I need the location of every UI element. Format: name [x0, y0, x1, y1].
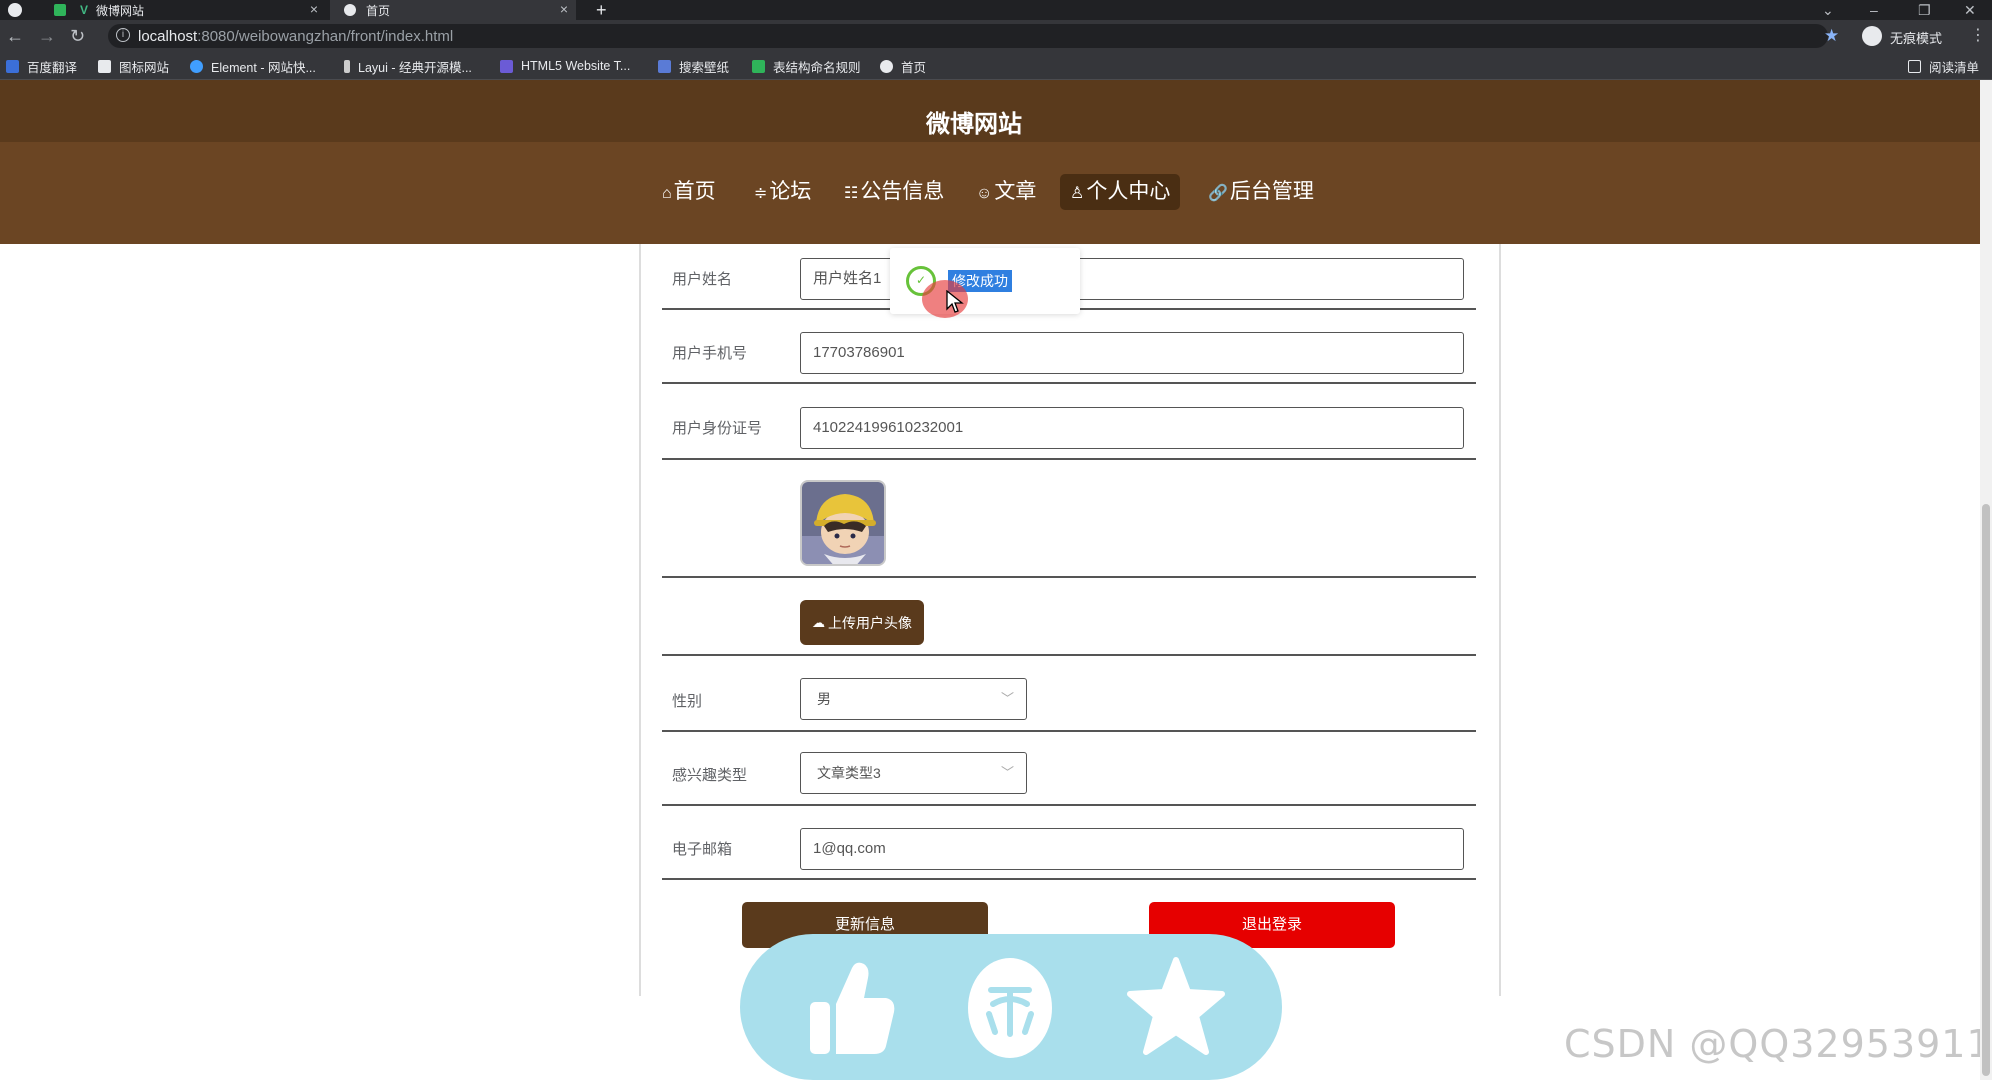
layui-icon: [344, 59, 350, 73]
url-text: localhost:8080/weibowangzhan/front/index…: [138, 28, 454, 45]
bookmark-item[interactable]: Layui - 经典开源模...: [344, 58, 472, 75]
nav-announcements[interactable]: ☷公告信息: [834, 174, 954, 210]
watermark: CSDN @QQ3295391197: [1564, 1022, 1992, 1066]
globe-icon: [344, 4, 356, 16]
restore-icon[interactable]: ❐: [1918, 0, 1931, 20]
gender-select[interactable]: 男 ﹀: [800, 678, 1027, 720]
chevron-down-icon: ﹀: [1000, 765, 1014, 780]
forum-icon: ≑: [754, 185, 768, 202]
tab-label: 首页: [366, 3, 391, 18]
reload-icon[interactable]: ↻: [70, 24, 85, 48]
reading-list[interactable]: 阅读清单: [1908, 58, 1979, 75]
row-divider: [662, 804, 1476, 806]
nav-articles[interactable]: ☺文章: [966, 174, 1046, 210]
tab-label: 微博网站: [96, 3, 145, 18]
bookmark-item[interactable]: 表结构命名规则: [752, 58, 861, 75]
bookmark-item[interactable]: 图标网站: [98, 58, 169, 75]
success-toast: ✓ 修改成功: [890, 248, 1080, 314]
back-icon[interactable]: ←: [6, 24, 24, 48]
mouse-cursor-icon: [946, 290, 964, 313]
tab-search-icon[interactable]: ⌄: [1822, 0, 1834, 20]
close-tab-icon[interactable]: ×: [560, 1, 568, 17]
minimize-icon[interactable]: –: [1870, 0, 1878, 20]
globe-icon: [8, 3, 22, 17]
email-input[interactable]: 1@qq.com: [800, 828, 1464, 870]
incognito-icon: [1862, 26, 1882, 46]
article-icon: ☺: [976, 185, 993, 202]
gender-label: 性别: [672, 693, 703, 710]
element-icon: [190, 59, 203, 73]
idcard-label: 用户身份证号: [672, 420, 763, 437]
interest-label: 感兴趣类型: [672, 767, 748, 784]
table-icon: [752, 59, 765, 73]
nav-forum[interactable]: ≑论坛: [744, 174, 821, 210]
home-icon: ⌂: [662, 185, 672, 202]
nav-personal-center[interactable]: ♙个人中心: [1060, 174, 1181, 210]
bookmark-star-icon[interactable]: ★: [1824, 24, 1839, 48]
user-icon: ♙: [1070, 185, 1085, 202]
avatar-image: [802, 482, 884, 564]
action-overlay: [740, 934, 1282, 1080]
address-bar-row: ← → ↻ i localhost:8080/weibowangzhan/fro…: [0, 20, 1992, 52]
forward-icon[interactable]: →: [38, 24, 56, 48]
close-window-icon[interactable]: ✕: [1964, 0, 1976, 20]
avatar: [800, 480, 886, 566]
idcard-input[interactable]: 410224199610232001: [800, 407, 1464, 449]
html5-icon: [500, 59, 513, 73]
tab-weibo[interactable]: V 微博网站 ×: [46, 0, 326, 20]
row-divider: [662, 576, 1476, 578]
email-label: 电子邮箱: [672, 841, 733, 858]
nav-admin[interactable]: 🔗后台管理: [1198, 174, 1324, 210]
tab-home[interactable]: 首页 ×: [330, 0, 576, 20]
bookmark-item[interactable]: 首页: [880, 58, 926, 75]
row-divider: [662, 458, 1476, 460]
globe-icon: [880, 59, 893, 73]
vue-icon: V: [80, 3, 89, 17]
close-tab-icon[interactable]: ×: [310, 1, 318, 17]
upload-avatar-button[interactable]: ☁ 上传用户头像: [800, 600, 924, 645]
bookmarks-bar: 百度翻译 图标网站 Element - 网站快... Layui - 经典开源模…: [0, 52, 1992, 80]
interest-select[interactable]: 文章类型3 ﹀: [800, 752, 1027, 794]
scrollbar-thumb[interactable]: [1982, 504, 1990, 1076]
sheet-icon: [54, 4, 66, 16]
bookmark-item[interactable]: Element - 网站快...: [190, 58, 316, 75]
username-label: 用户姓名: [672, 271, 733, 288]
chevron-down-icon: ﹀: [1000, 691, 1014, 706]
new-tab-button[interactable]: +: [596, 0, 607, 20]
row-divider: [662, 730, 1476, 732]
phone-label: 用户手机号: [672, 345, 748, 362]
flag-icon: [98, 59, 111, 73]
translate-icon: [6, 59, 19, 73]
wallpaper-icon: [658, 59, 671, 73]
menu-kebab-icon[interactable]: ⋮: [1970, 24, 1986, 48]
row-divider: [662, 878, 1476, 880]
info-icon[interactable]: i: [116, 28, 130, 42]
profile-label[interactable]: 无痕模式: [1890, 28, 1942, 47]
bookmark-item[interactable]: 搜索壁纸: [658, 58, 729, 75]
coin-icon[interactable]: [965, 956, 1055, 1060]
tab-chrome-menu[interactable]: [8, 0, 32, 20]
site-title: 微博网站: [926, 111, 1022, 138]
thumbs-up-icon[interactable]: [806, 960, 896, 1058]
browser-tab-bar: V 微博网站 × 首页 × + ⌄ – ❐ ✕: [0, 0, 1992, 20]
link-icon: 🔗: [1208, 185, 1228, 202]
phone-input[interactable]: 17703786901: [800, 332, 1464, 374]
row-divider: [662, 382, 1476, 384]
reading-list-icon: [1908, 59, 1921, 73]
cloud-upload-icon: ☁: [812, 614, 825, 630]
announcement-icon: ☷: [844, 185, 859, 202]
bookmark-item[interactable]: 百度翻译: [6, 58, 77, 75]
star-icon[interactable]: [1126, 956, 1226, 1056]
row-divider: [662, 654, 1476, 656]
nav-home[interactable]: ⌂首页: [652, 174, 726, 210]
url-field[interactable]: i localhost:8080/weibowangzhan/front/ind…: [108, 24, 1828, 48]
bookmark-item[interactable]: HTML5 Website T...: [500, 58, 630, 74]
